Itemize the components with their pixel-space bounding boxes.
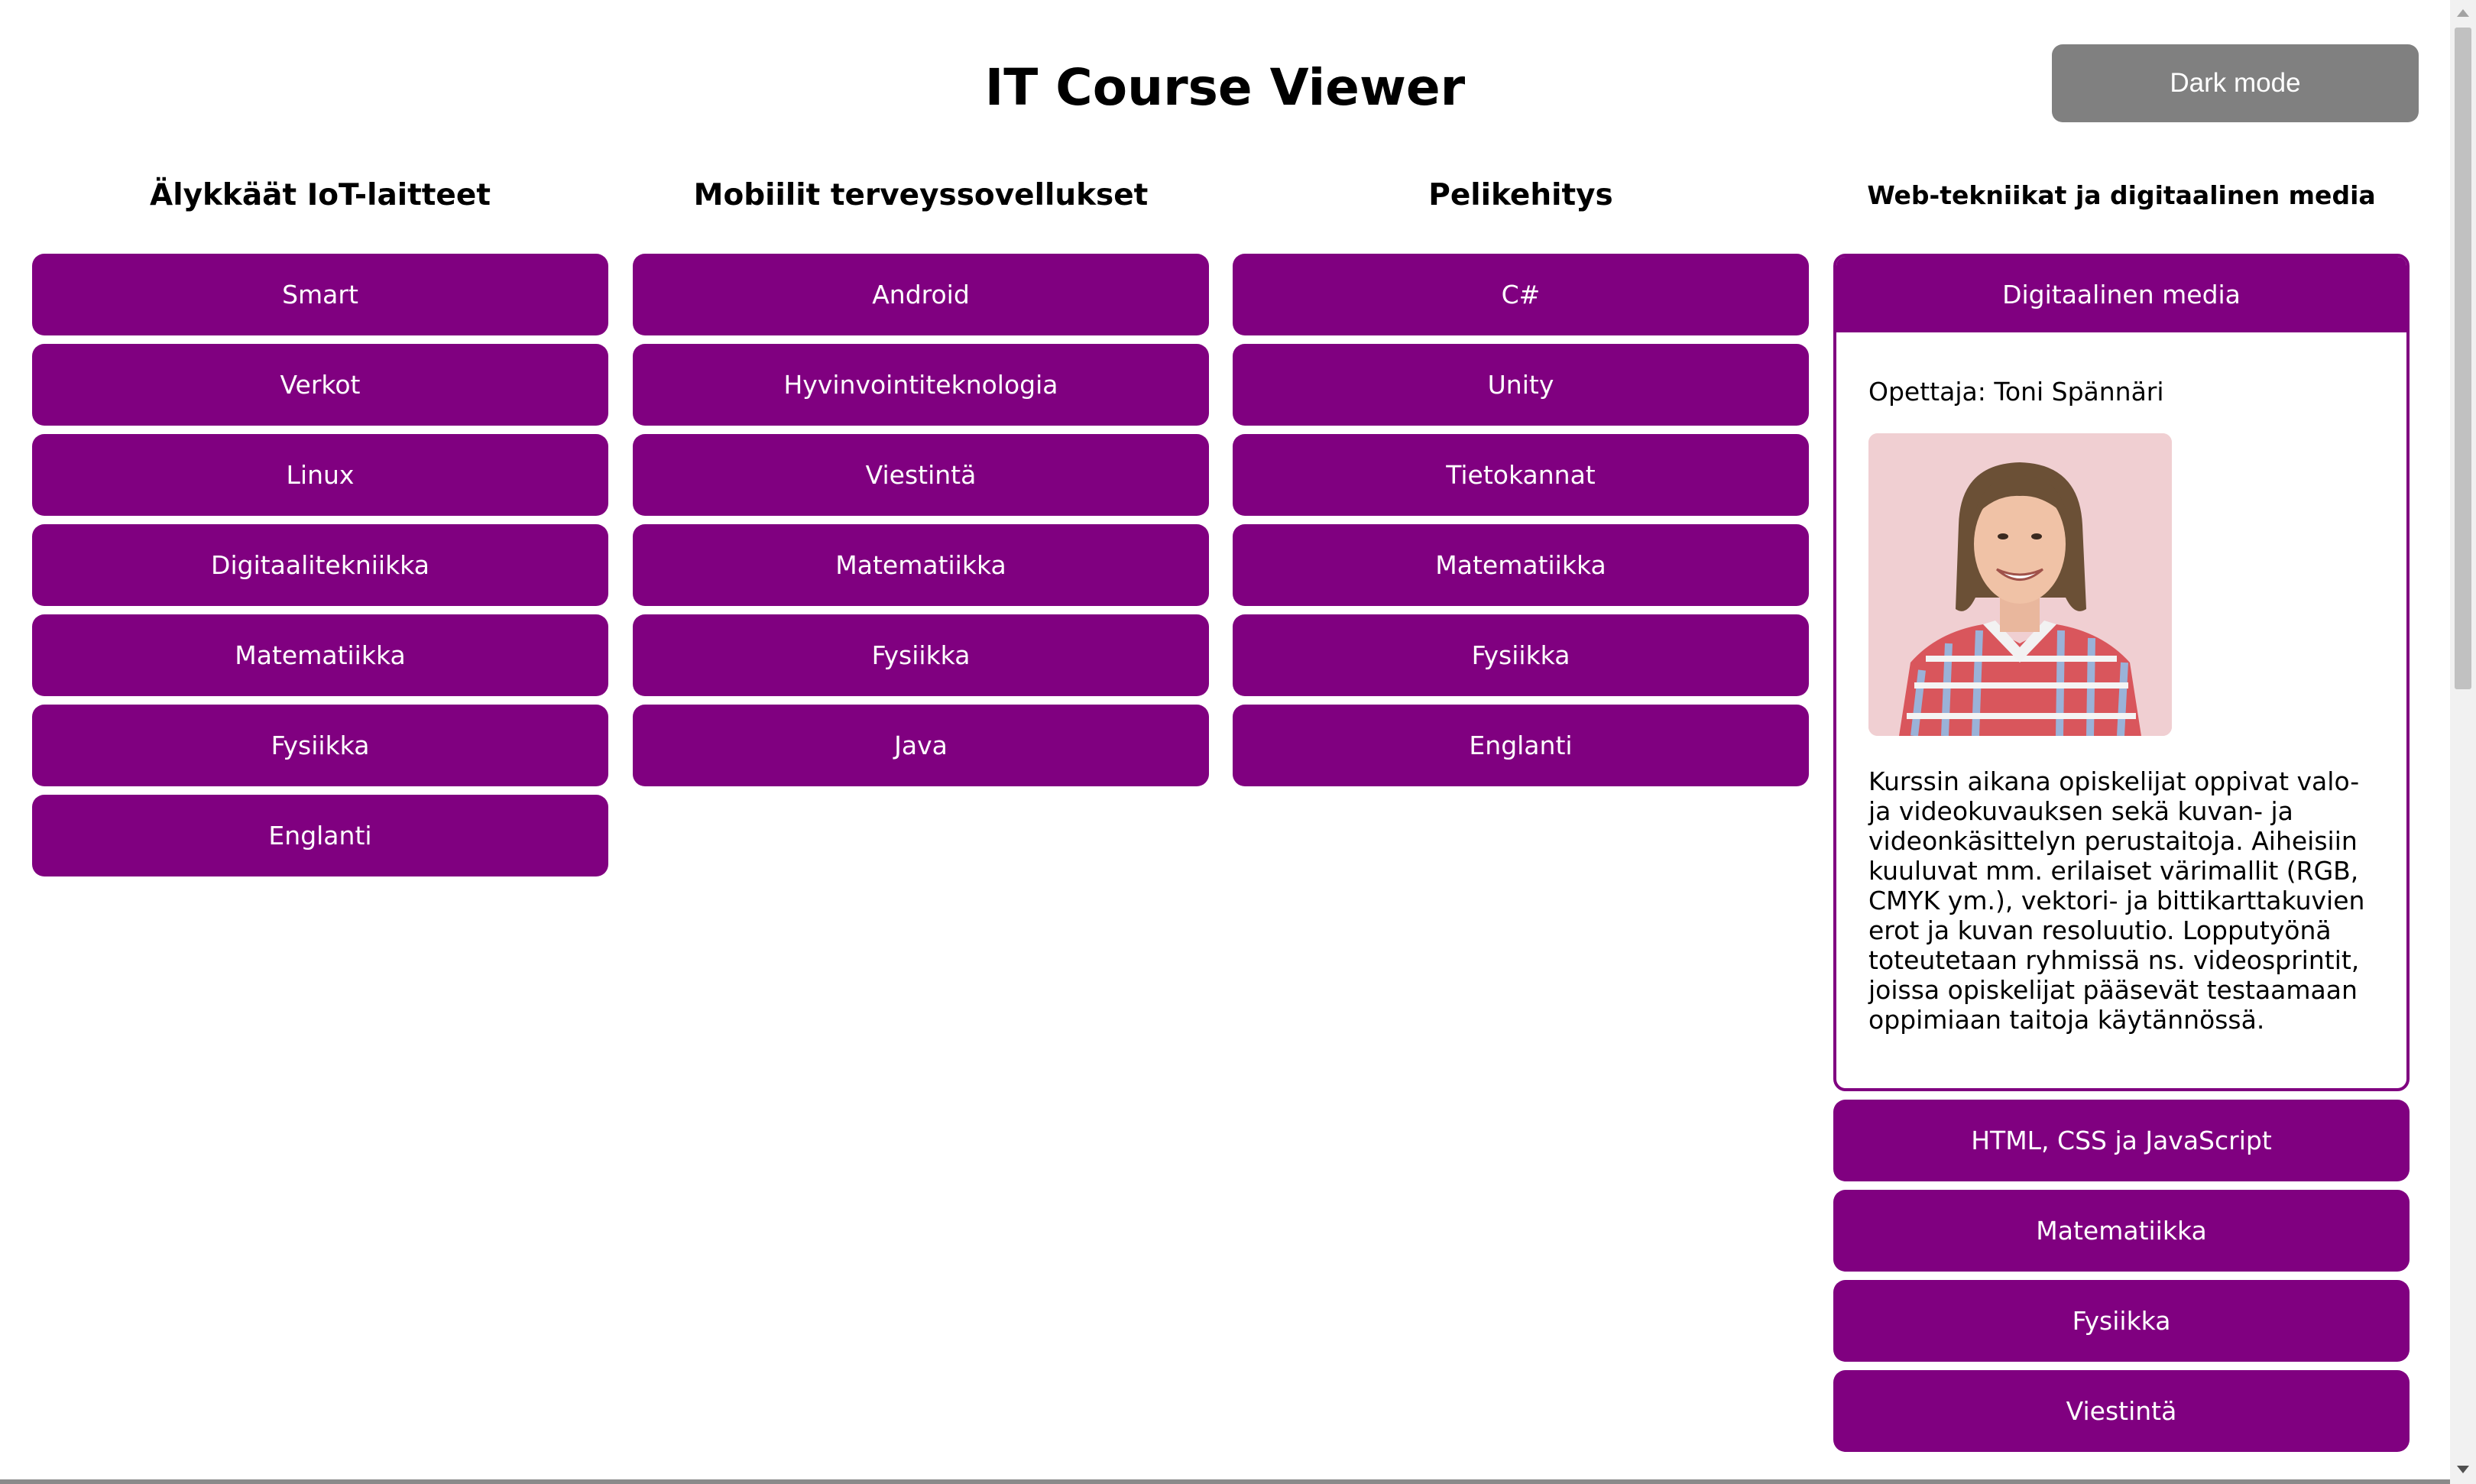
course-button[interactable]: Fysiikka bbox=[32, 705, 608, 786]
program-column-mobile-health: Mobiilit terveyssovellukset Android Hyvi… bbox=[633, 174, 1209, 795]
course-button[interactable]: Unity bbox=[1233, 344, 1809, 426]
scroll-down-arrow-icon[interactable] bbox=[2457, 1466, 2469, 1473]
expanded-course-panel: Digitaalinen media Opettaja: Toni Spännä… bbox=[1833, 254, 2410, 1091]
course-button[interactable]: Viestintä bbox=[633, 434, 1209, 516]
course-button[interactable]: Fysiikka bbox=[1833, 1280, 2410, 1362]
course-button[interactable]: Tietokannat bbox=[1233, 434, 1809, 516]
page: IT Course Viewer Dark mode Älykkäät IoT-… bbox=[0, 0, 2476, 1484]
program-heading: Mobiilit terveyssovellukset bbox=[693, 178, 1149, 212]
course-button[interactable]: Smart bbox=[32, 254, 608, 335]
course-list: Digitaalinen media Opettaja: Toni Spännä… bbox=[1833, 254, 2410, 1452]
scrollbar-thumb[interactable] bbox=[2455, 28, 2471, 689]
program-column-game-dev: Pelikehitys C# Unity Tietokannat Matemat… bbox=[1233, 174, 1809, 795]
course-button[interactable]: Java bbox=[633, 705, 1209, 786]
vertical-scrollbar[interactable] bbox=[2450, 0, 2476, 1484]
program-column-iot: Älykkäät IoT-laitteet Smart Verkot Linux… bbox=[32, 174, 608, 885]
course-button[interactable]: Digitaalitekniikka bbox=[32, 524, 608, 606]
course-button[interactable]: Englanti bbox=[32, 795, 608, 876]
course-button[interactable]: HTML, CSS ja JavaScript bbox=[1833, 1100, 2410, 1181]
program-column-web: Web-tekniikat ja digitaalinen media Digi… bbox=[1833, 174, 2410, 1460]
course-button[interactable]: Linux bbox=[32, 434, 608, 516]
course-button[interactable]: Fysiikka bbox=[633, 614, 1209, 696]
teacher-photo bbox=[1868, 433, 2172, 736]
dark-mode-button[interactable]: Dark mode bbox=[2052, 44, 2419, 122]
teacher-label: Opettaja: Toni Spännäri bbox=[1868, 377, 2164, 407]
program-heading: Web-tekniikat ja digitaalinen media bbox=[1867, 180, 2376, 210]
course-button[interactable]: Hyvinvointiteknologia bbox=[633, 344, 1209, 426]
course-button[interactable]: Matematiikka bbox=[1233, 524, 1809, 606]
program-heading: Pelikehitys bbox=[1428, 178, 1613, 212]
program-heading: Älykkäät IoT-laitteet bbox=[150, 178, 491, 212]
course-button[interactable]: Viestintä bbox=[1833, 1370, 2410, 1452]
course-button[interactable]: C# bbox=[1233, 254, 1809, 335]
person-portrait-icon bbox=[1868, 433, 2172, 736]
course-button[interactable]: Verkot bbox=[32, 344, 608, 426]
course-list: C# Unity Tietokannat Matematiikka Fysiik… bbox=[1233, 254, 1809, 786]
course-button[interactable]: Matematiikka bbox=[1833, 1190, 2410, 1272]
course-button[interactable]: Fysiikka bbox=[1233, 614, 1809, 696]
course-button[interactable]: Matematiikka bbox=[633, 524, 1209, 606]
window-bottom-edge bbox=[0, 1479, 2450, 1484]
scroll-up-arrow-icon[interactable] bbox=[2457, 9, 2469, 17]
course-list: Android Hyvinvointiteknologia Viestintä … bbox=[633, 254, 1209, 786]
course-detail: Opettaja: Toni Spännäri Kurssin aikana o… bbox=[1836, 377, 2406, 1035]
course-button[interactable]: Englanti bbox=[1233, 705, 1809, 786]
course-description: Kurssin aikana opiskelijat oppivat valo-… bbox=[1868, 766, 2365, 1035]
course-button-expanded[interactable]: Digitaalinen media bbox=[1836, 257, 2406, 332]
course-button[interactable]: Matematiikka bbox=[32, 614, 608, 696]
course-list: Smart Verkot Linux Digitaalitekniikka Ma… bbox=[32, 254, 608, 876]
course-button[interactable]: Android bbox=[633, 254, 1209, 335]
